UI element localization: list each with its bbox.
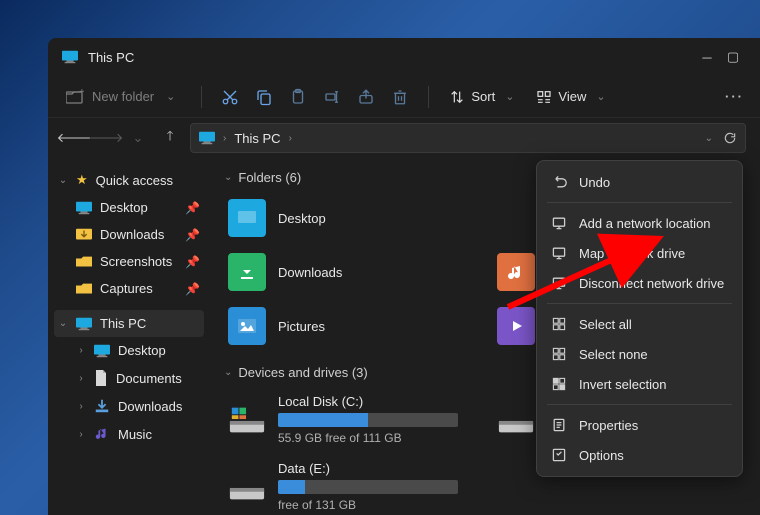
pin-icon: 📌 <box>185 228 200 242</box>
delete-button[interactable] <box>386 83 414 111</box>
sidebar-item-documents[interactable]: ›Documents <box>48 364 210 392</box>
chevron-down-icon: ⌄ <box>224 172 232 183</box>
menu-invert-selection[interactable]: Invert selection <box>537 369 742 399</box>
chevron-down-icon: ⌄ <box>224 367 232 378</box>
more-options-button[interactable]: ··· <box>719 85 750 108</box>
nav-forward-button[interactable]: 🡒 <box>94 126 118 150</box>
separator <box>547 202 732 203</box>
expand-icon[interactable]: › <box>76 345 86 356</box>
new-folder-button[interactable]: + New folder ⌄ <box>58 85 187 109</box>
new-folder-icon: + <box>66 89 84 105</box>
toolbar: + New folder ⌄ Sort ⌄ View ⌄ ··· <box>48 76 760 118</box>
titlebar: This PC ─ ▢ <box>48 38 760 76</box>
select-none-icon <box>551 346 567 362</box>
network-location-icon <box>551 215 567 231</box>
rename-button[interactable] <box>318 83 346 111</box>
copy-button[interactable] <box>250 83 278 111</box>
minimize-button[interactable]: ─ <box>700 50 714 65</box>
sort-button[interactable]: Sort ⌄ <box>443 85 524 109</box>
expand-icon[interactable]: › <box>76 401 86 412</box>
sidebar-item-screenshots[interactable]: Screenshots📌 <box>48 248 210 275</box>
navigation-bar: 🡐 🡒 ⌄ 🡑 › This PC › ⌄ <box>48 118 760 158</box>
chevron-right-icon[interactable]: › <box>289 133 292 144</box>
pin-icon: 📌 <box>185 255 200 269</box>
sidebar-this-pc[interactable]: ⌄ This PC <box>54 310 204 337</box>
invert-selection-icon <box>551 376 567 392</box>
sidebar-item-downloads[interactable]: ›Downloads <box>48 392 210 420</box>
refresh-icon[interactable] <box>723 131 737 145</box>
view-button[interactable]: View ⌄ <box>530 85 615 109</box>
menu-select-all[interactable]: Select all <box>537 309 742 339</box>
undo-icon <box>551 174 567 190</box>
chevron-down-icon: ⌄ <box>162 90 179 103</box>
context-menu: Undo Add a network locationMap network dr… <box>536 160 743 477</box>
view-icon <box>536 89 552 105</box>
expand-icon[interactable]: ⌄ <box>58 318 68 329</box>
separator <box>547 303 732 304</box>
menu-disconnect-network-drive[interactable]: Disconnect network drive <box>537 268 742 298</box>
nav-back-button[interactable]: 🡐 <box>62 126 86 150</box>
sidebar-quick-access[interactable]: ⌄ ★ Quick access <box>48 166 210 194</box>
star-icon: ★ <box>76 172 88 188</box>
drive-item[interactable]: Local Disk (C:)55.9 GB free of 111 GB <box>224 390 477 449</box>
sort-icon <box>449 89 465 105</box>
menu-properties[interactable]: Properties <box>537 410 742 440</box>
menu-options[interactable]: Options <box>537 440 742 470</box>
separator <box>428 86 429 108</box>
this-pc-icon <box>76 317 92 331</box>
expand-icon[interactable]: ⌄ <box>58 175 68 186</box>
sidebar-item-music[interactable]: ›Music <box>48 420 210 448</box>
file-explorer-window: This PC ─ ▢ + New folder ⌄ Sort ⌄ View ⌄ <box>48 38 760 515</box>
svg-text:+: + <box>79 89 84 98</box>
menu-add-a-network-location[interactable]: Add a network location <box>537 208 742 238</box>
nav-up-button[interactable]: 🡑 <box>158 126 182 150</box>
this-pc-icon <box>62 50 78 64</box>
paste-button[interactable] <box>284 83 312 111</box>
this-pc-icon <box>199 131 215 145</box>
expand-icon[interactable]: › <box>76 373 86 384</box>
drive-item[interactable]: Data (E:)free of 131 GB <box>224 457 477 515</box>
disconnect-drive-icon <box>551 275 567 291</box>
options-icon <box>551 447 567 463</box>
drive-usage-bar <box>278 480 458 494</box>
drive-usage-bar <box>278 413 458 427</box>
sidebar-item-desktop[interactable]: Desktop📌 <box>48 194 210 221</box>
separator <box>201 86 202 108</box>
navigation-pane: ⌄ ★ Quick access Desktop📌Downloads📌Scree… <box>48 158 210 515</box>
sidebar-item-desktop[interactable]: ›Desktop <box>48 337 210 364</box>
menu-select-none[interactable]: Select none <box>537 339 742 369</box>
breadcrumb[interactable]: This PC <box>234 131 280 146</box>
menu-map-network-drive[interactable]: Map network drive <box>537 238 742 268</box>
chevron-down-icon: ⌄ <box>501 90 518 103</box>
pin-icon: 📌 <box>185 201 200 215</box>
share-button[interactable] <box>352 83 380 111</box>
sidebar-item-captures[interactable]: Captures📌 <box>48 275 210 302</box>
chevron-right-icon[interactable]: › <box>223 133 226 144</box>
maximize-button[interactable]: ▢ <box>726 49 740 65</box>
menu-undo[interactable]: Undo <box>537 167 742 197</box>
separator <box>547 404 732 405</box>
folder-pictures[interactable]: Pictures <box>224 303 477 349</box>
cut-button[interactable] <box>216 83 244 111</box>
nav-recent-button[interactable]: ⌄ <box>126 126 150 150</box>
pin-icon: 📌 <box>185 282 200 296</box>
properties-icon <box>551 417 567 433</box>
sidebar-item-downloads[interactable]: Downloads📌 <box>48 221 210 248</box>
history-dropdown[interactable]: ⌄ <box>705 133 713 144</box>
folder-downloads[interactable]: Downloads <box>224 249 477 295</box>
select-all-icon <box>551 316 567 332</box>
chevron-down-icon: ⌄ <box>592 90 609 103</box>
folder-desktop[interactable]: Desktop <box>224 195 477 241</box>
expand-icon[interactable]: › <box>76 429 86 440</box>
map-drive-icon <box>551 245 567 261</box>
window-title: This PC <box>88 50 690 65</box>
address-bar[interactable]: › This PC › ⌄ <box>190 123 746 153</box>
